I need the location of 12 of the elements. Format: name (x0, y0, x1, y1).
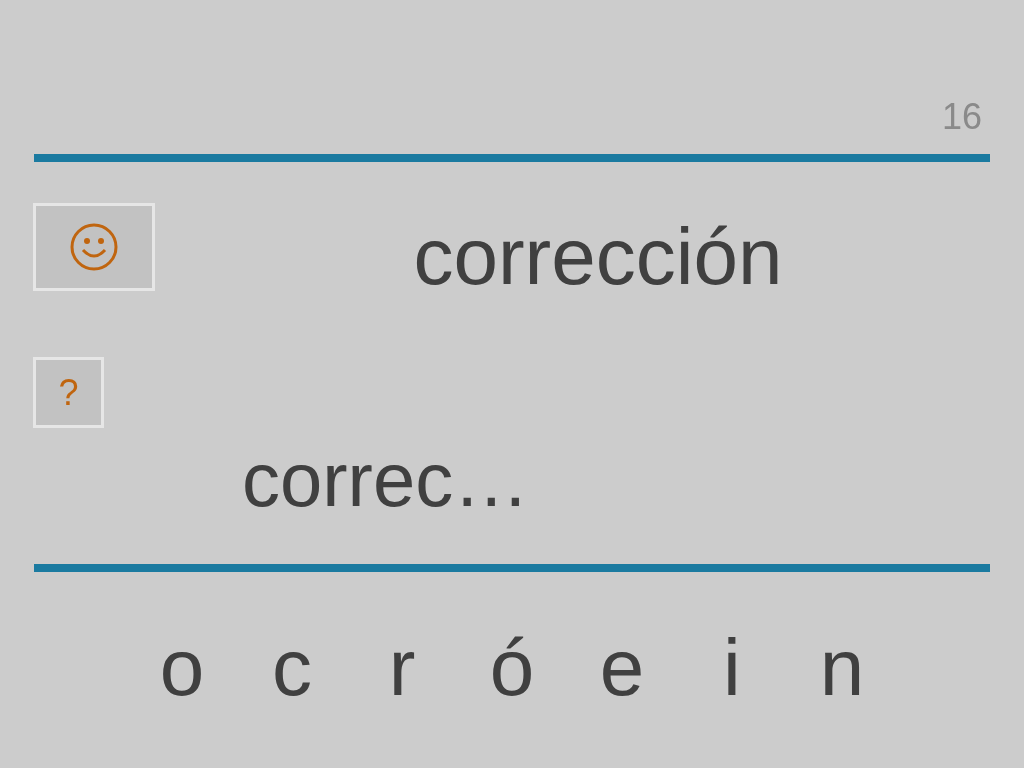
answer-text: correc… (242, 442, 530, 518)
smiley-button[interactable] (33, 203, 155, 291)
smiley-icon (69, 222, 119, 272)
letter-tile[interactable]: n (787, 628, 897, 708)
letter-tile[interactable]: o (127, 628, 237, 708)
letter-tile[interactable]: r (347, 628, 457, 708)
letter-tile[interactable]: e (567, 628, 677, 708)
target-word: corrección (413, 217, 783, 297)
letter-tile[interactable]: i (677, 628, 787, 708)
page-number: 16 (941, 96, 982, 138)
letter-tile[interactable]: ó (457, 628, 567, 708)
letter-tile[interactable]: c (237, 628, 347, 708)
